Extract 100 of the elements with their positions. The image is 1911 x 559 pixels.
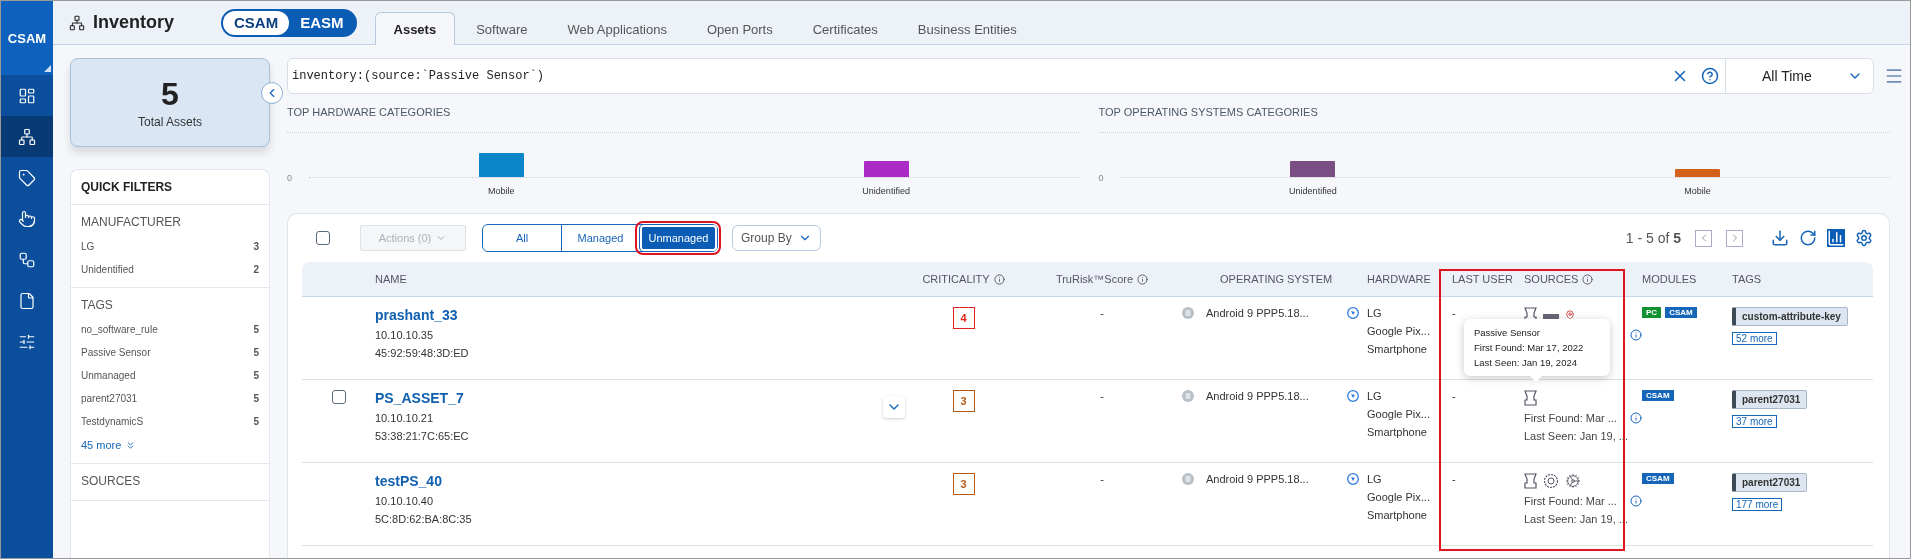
hardware-text: Smartphone: [1367, 343, 1428, 355]
time-range-select[interactable]: All Time: [1725, 59, 1873, 93]
flow-icon: [18, 250, 36, 269]
hardware-text: Google Pix...: [1367, 408, 1430, 420]
column-header[interactable]: SOURCES: [1524, 273, 1642, 285]
search-field[interactable]: inventory:(source:`Passive Sensor`) All Time: [287, 58, 1874, 94]
cog-icon: [1565, 473, 1581, 489]
table-row[interactable]: PS_ASSET_7 10.10.10.21 53:38:21:7C:65:EC 3 - Android 9 PPP5.18... LG Google Pix... Smartphone - First Found: Mar ... Last Seen: Jan 19, ... CSAM parent27031 37 more: [302, 380, 1873, 463]
section-title: MANUFACTURER: [81, 215, 182, 229]
column-header[interactable]: OPERATING SYSTEM: [1182, 273, 1347, 285]
criticality-badge: 3: [952, 390, 975, 412]
bar-label: Unidentified: [1288, 186, 1338, 196]
filter-item[interactable]: LG 3: [81, 241, 259, 252]
tab[interactable]: Software: [457, 12, 547, 45]
table-row[interactable]: prashant_33 10.10.10.35 45:92:59:48:3D:ED 4 - Android 9 PPP5.18... LG Google Pix... Smartphone - Passive Sensor First Found: Mar 17, 2022 Last Seen: Jan 19, 2024 PC CSAM custom-attribute-key 52 more: [302, 297, 1873, 380]
module-badge: CSAM: [1642, 473, 1674, 484]
module-badge: CSAM: [1642, 390, 1674, 401]
mac-address: 45:92:59:48:3D:ED: [375, 347, 470, 359]
hardware-icon: [1347, 390, 1359, 402]
mac-address: 5C:8D:62:BA:8C:35: [375, 513, 473, 525]
info-icon[interactable]: [1630, 412, 1642, 424]
last-user: -: [1452, 307, 1457, 319]
asset-name-link[interactable]: testPS_40: [375, 473, 442, 489]
hardware-text: Smartphone: [1367, 509, 1428, 521]
more-tags-link[interactable]: 177 more: [1732, 498, 1783, 511]
menu-icon[interactable]: [1884, 66, 1904, 86]
refresh-icon[interactable]: [1799, 229, 1817, 247]
download-icon[interactable]: [1771, 229, 1789, 247]
first-found-text: First Found: Mar ...: [1524, 412, 1617, 424]
tab[interactable]: Business Entities: [898, 12, 1036, 45]
asset-count-label: Total Assets: [138, 115, 202, 129]
tooltip-text: First Found: Mar 17, 2022: [1474, 342, 1585, 353]
document-icon: [18, 291, 36, 310]
column-header[interactable]: LAST USER: [1452, 273, 1524, 285]
show-more-link[interactable]: 45 more: [81, 439, 259, 451]
info-icon[interactable]: [1630, 329, 1642, 341]
sensor-icon: [1524, 473, 1537, 489]
more-tags-link[interactable]: 37 more: [1732, 415, 1777, 428]
asset-name-link[interactable]: PS_ASSET_7: [375, 390, 464, 406]
nav-item[interactable]: [1, 116, 53, 157]
hardware-text: LG: [1367, 307, 1383, 319]
hardware-text: Google Pix...: [1367, 491, 1430, 503]
tab[interactable]: Certificates: [793, 12, 897, 45]
column-header[interactable]: TruRisk™Score: [1022, 273, 1182, 285]
filter-item[interactable]: no_software_rule 5: [81, 324, 259, 335]
more-tags-link[interactable]: 52 more: [1732, 332, 1777, 345]
column-header[interactable]: HARDWARE: [1347, 273, 1452, 285]
tag-chip[interactable]: parent27031: [1732, 390, 1808, 409]
tag-chip[interactable]: parent27031: [1732, 473, 1808, 492]
mac-address: 53:38:21:7C:65:EC: [375, 430, 470, 442]
product-menu[interactable]: CSAM: [1, 1, 53, 75]
select-all-checkbox[interactable]: [316, 231, 330, 245]
row-checkbox[interactable]: [331, 390, 346, 404]
os-name: Android 9 PPP5.18...: [1206, 307, 1309, 319]
last-user: -: [1452, 390, 1457, 402]
column-header[interactable]: MODULES: [1642, 273, 1732, 285]
first-found-text: First Found: Mar ...: [1524, 495, 1617, 507]
column-header[interactable]: NAME: [375, 273, 905, 285]
toggle-option[interactable]: EASM: [289, 10, 355, 35]
group-by-select[interactable]: Group By: [732, 225, 821, 251]
tab[interactable]: Assets: [374, 12, 456, 45]
axis-tick: 0: [1098, 173, 1105, 183]
info-icon[interactable]: [1630, 495, 1642, 507]
info-icon: [1582, 273, 1594, 285]
info-icon: [1137, 273, 1149, 285]
chart-title: TOP HARDWARE CATEGORIES: [287, 106, 452, 118]
toggle-option[interactable]: CSAM: [223, 10, 290, 35]
last-user: -: [1452, 473, 1457, 485]
table-row[interactable]: testPS_40 10.10.10.40 5C:8D:62:BA:8C:35 3 - Android 9 PPP5.18... LG Google Pix... Smartphone - First Found: Mar ... Last Seen: Jan 19, ... CSAM parent27031 177 more: [302, 463, 1873, 546]
filter-item[interactable]: Unidentified 2: [81, 264, 259, 275]
filter-item[interactable]: Passive Sensor 5: [81, 347, 259, 358]
panel-title: QUICK FILTERS: [71, 170, 269, 205]
bar-label: Unidentified: [861, 186, 911, 196]
criticality-badge: 3: [952, 473, 975, 495]
tab[interactable]: Web Applications: [548, 12, 686, 45]
filter-item[interactable]: parent27031 5: [81, 393, 259, 404]
tab[interactable]: Open Ports: [687, 12, 792, 45]
last-seen-text: Last Seen: Jan 19, ...: [1524, 513, 1628, 525]
chart-view-icon[interactable]: [1827, 229, 1845, 247]
filter-item[interactable]: TestdynamicS 5: [81, 416, 259, 427]
dashboard-icon: [18, 86, 36, 105]
bar-label: Mobile: [1683, 186, 1712, 196]
settings-icon[interactable]: [1855, 229, 1873, 247]
collapse-button[interactable]: [261, 82, 283, 104]
hardware-text: LG: [1367, 473, 1383, 485]
hardware-text: Smartphone: [1367, 426, 1428, 438]
hardware-text: LG: [1367, 390, 1383, 402]
asset-name-link[interactable]: prashant_33: [375, 307, 458, 323]
axis-tick: 0: [287, 173, 293, 183]
column-header[interactable]: TAGS: [1732, 273, 1873, 285]
filter-item[interactable]: Unmanaged 5: [81, 370, 259, 381]
tooltip-text: Last Seen: Jan 19, 2024: [1474, 357, 1578, 368]
hierarchy-icon: [18, 127, 36, 146]
tag-chip[interactable]: custom-attribute-key: [1732, 307, 1848, 326]
module-badge: PC: [1642, 307, 1662, 318]
trurisk-score: -: [1100, 390, 1104, 402]
gear-icon: [1543, 473, 1559, 489]
column-header[interactable]: CRITICALITY: [905, 273, 1022, 285]
trurisk-score: -: [1100, 473, 1104, 485]
os-name: Android 9 PPP5.18...: [1206, 473, 1309, 485]
